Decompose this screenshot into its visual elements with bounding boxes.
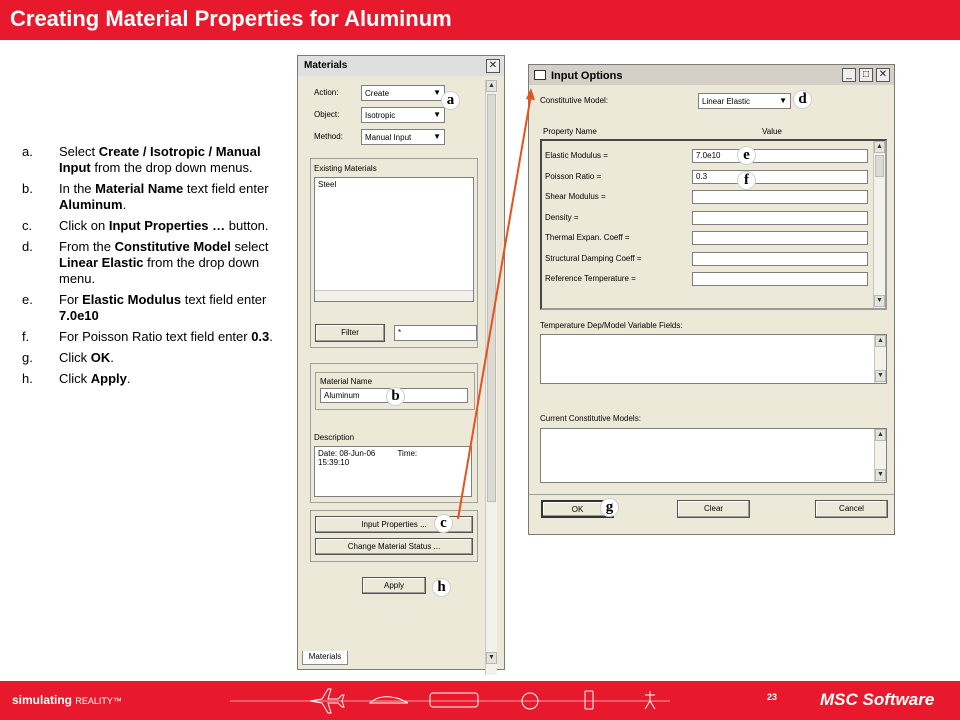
callout-b: b	[386, 387, 405, 406]
arrow-line	[457, 94, 532, 520]
callout-a: a	[441, 91, 460, 110]
human-icon	[644, 691, 656, 710]
callout-h: h	[432, 578, 451, 597]
industry-icons	[230, 688, 670, 714]
callout-e: e	[737, 146, 756, 165]
callout-f: f	[737, 171, 756, 190]
callout-d: d	[793, 90, 812, 109]
tagline-bold: simulating	[12, 693, 73, 707]
arrow-head-icon	[526, 88, 535, 100]
callout-arrow	[457, 88, 535, 520]
callout-g: g	[600, 498, 619, 517]
phone-icon	[584, 690, 594, 710]
footer-tagline: simulating REALITY™	[12, 693, 122, 707]
page-number: 23	[767, 692, 778, 702]
tagline-rest: REALITY™	[75, 696, 122, 706]
slide-footer: simulating REALITY™ 23 MSC Software	[0, 681, 960, 720]
msc-logo: MSC Software	[820, 690, 935, 709]
car-icon	[368, 696, 409, 704]
callout-c: c	[434, 514, 453, 533]
train-icon	[429, 692, 479, 708]
